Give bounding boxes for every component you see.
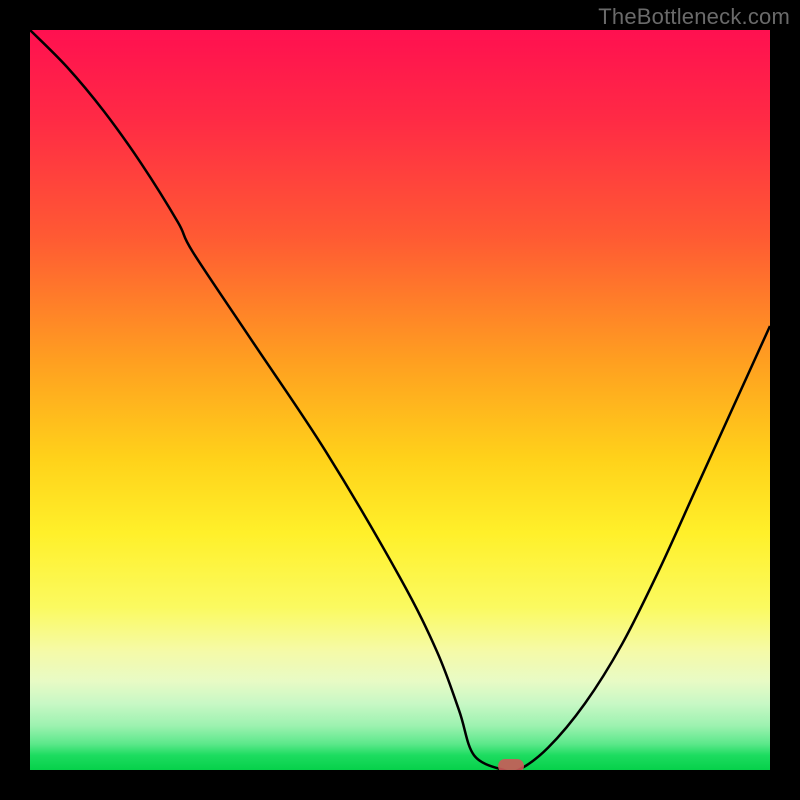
chart-frame: TheBottleneck.com	[0, 0, 800, 800]
curve-path	[30, 30, 770, 770]
bottleneck-curve	[30, 30, 770, 770]
optimal-point-marker	[498, 759, 524, 770]
watermark-text: TheBottleneck.com	[598, 4, 790, 30]
plot-area	[30, 30, 770, 770]
